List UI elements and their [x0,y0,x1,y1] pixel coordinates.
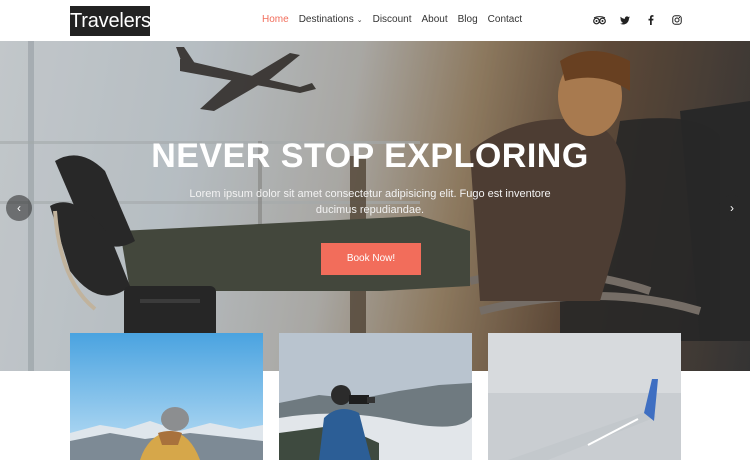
main-nav: Home Destinations ⌄ Discount About Blog … [262,14,532,25]
card-image [488,333,681,460]
destination-card-photographer[interactable] [279,333,472,460]
nav-item-label: About [421,14,448,25]
chevron-down-icon: ⌄ [356,16,363,24]
social-links [592,14,696,26]
nav-item-label: Home [262,14,289,25]
card-image [279,333,472,460]
nav-item-discount[interactable]: Discount [373,14,412,25]
hero-subtitle: Lorem ipsum dolor sit amet consectetur a… [189,188,551,216]
slider-prev-button[interactable]: ‹ [6,195,32,221]
tripadvisor-icon[interactable] [592,14,606,26]
nav-item-contact[interactable]: Contact [488,14,522,25]
nav-item-destinations[interactable]: Destinations ⌄ [299,14,363,25]
twitter-icon[interactable] [618,14,632,26]
card-image [70,333,263,460]
nav-item-home[interactable]: Home [262,14,289,25]
hero-title: NEVER STOP EXPLORING [151,137,589,175]
chevron-left-icon: ‹ [17,201,21,215]
site-logo[interactable]: Travelers [70,6,151,36]
destination-card-airplane-wing[interactable] [488,333,681,460]
nav-item-label: Contact [487,14,523,25]
slider-next-button[interactable]: › [719,195,745,221]
nav-item-label: Blog [457,14,478,25]
chevron-right-icon: › [730,201,734,215]
nav-item-label: Discount [372,14,412,25]
nav-item-blog[interactable]: Blog [458,14,478,25]
facebook-icon[interactable] [644,14,658,26]
book-now-button[interactable]: Book Now! [321,243,421,275]
hero-slider: NEVER STOP EXPLORING Lorem ipsum dolor s… [0,41,750,371]
nav-item-about[interactable]: About [422,14,448,25]
site-header: Travelers Home Destinations ⌄ Discount A… [0,0,750,41]
instagram-icon[interactable] [670,14,684,26]
nav-item-label: Destinations [298,14,354,25]
destination-card-mountains[interactable] [70,333,263,460]
